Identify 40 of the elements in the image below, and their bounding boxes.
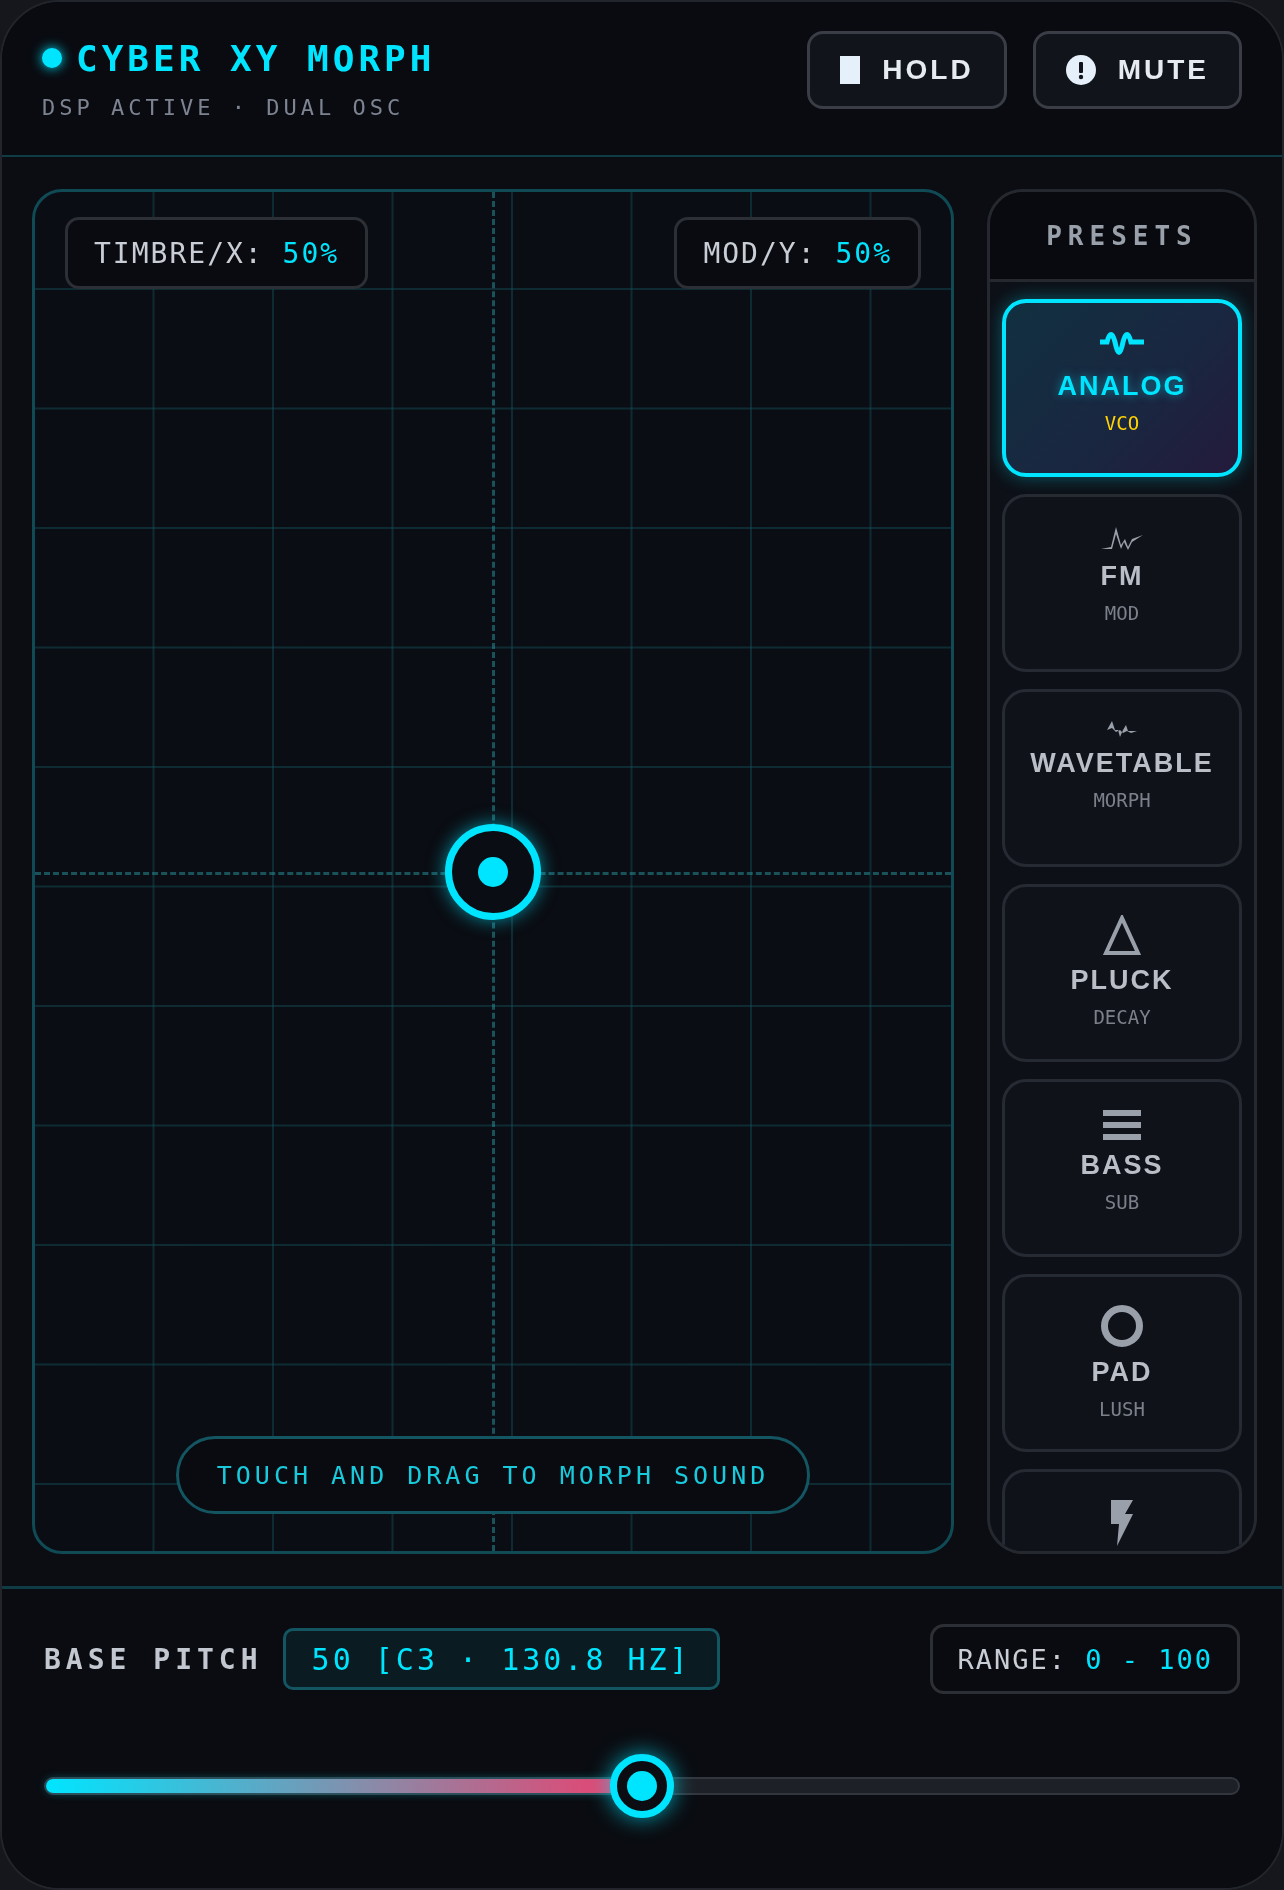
xy-pad[interactable]: TIMBRE/X: 50% MOD/Y: 50% TOUCH AND DRAG TO MORPH SOUND <box>32 189 954 1554</box>
bars-icon <box>1103 1110 1141 1140</box>
hint-label: TOUCH AND DRAG TO MORPH SOUND <box>175 1436 811 1514</box>
preset-card[interactable]: WAVETABLE MORPH <box>1002 689 1242 867</box>
preset-subtitle: LUSH <box>1099 1398 1145 1420</box>
preset-subtitle: VCO <box>1104 412 1140 434</box>
axis-readout: TIMBRE/X: 50% <box>65 217 369 289</box>
preset-subtitle: MORPH <box>1093 789 1151 811</box>
preset-name: FM <box>1100 561 1144 592</box>
preset-subtitle: MOD <box>1104 602 1140 624</box>
preset-name: PAD <box>1091 1357 1153 1388</box>
stop-icon <box>840 55 861 84</box>
preset-subtitle: SUB <box>1104 1191 1140 1213</box>
preset-card[interactable]: PAD LUSH <box>1002 1274 1242 1452</box>
preset-card[interactable]: FM MOD <box>1002 494 1242 672</box>
axis-readout: MOD/Y: 50% <box>674 217 921 289</box>
hold-button[interactable]: HOLD <box>807 30 1007 109</box>
pitch-value: 50 [C3 · 130.8 HZ] <box>282 1628 720 1690</box>
range-readout: RANGE: 0 - 100 <box>930 1624 1240 1694</box>
preset-card[interactable]: BASS SUB <box>1002 1079 1242 1257</box>
pitch-label: BASE PITCH <box>44 1642 263 1676</box>
app-title: CYBER XY MORPH <box>76 37 436 79</box>
preset-name: BASS <box>1080 1150 1164 1181</box>
preset-name: ANALOG <box>1057 371 1187 402</box>
pad-puck[interactable] <box>445 823 541 920</box>
mute-button[interactable]: MUTE <box>1032 30 1242 109</box>
small-wave-icon <box>1107 720 1137 738</box>
slider-thumb[interactable] <box>610 1754 674 1818</box>
preset-card[interactable]: ANALOG VCO <box>1002 299 1242 477</box>
triangle-icon <box>1103 915 1141 955</box>
app-subtitle: DSP ACTIVE · DUAL OSC <box>42 94 406 120</box>
ring-icon <box>1101 1305 1143 1347</box>
preset-card[interactable]: PLUCK DECAY <box>1002 884 1242 1062</box>
preset-name: PLUCK <box>1070 965 1174 996</box>
preset-name: WAVETABLE <box>1030 748 1214 779</box>
pitch-slider[interactable] <box>44 1754 1240 1818</box>
presets-title: PRESETS <box>1046 220 1198 251</box>
bolt-icon <box>1109 1500 1135 1546</box>
preset-subtitle: DECAY <box>1093 1006 1151 1028</box>
alert-icon <box>1065 54 1096 85</box>
